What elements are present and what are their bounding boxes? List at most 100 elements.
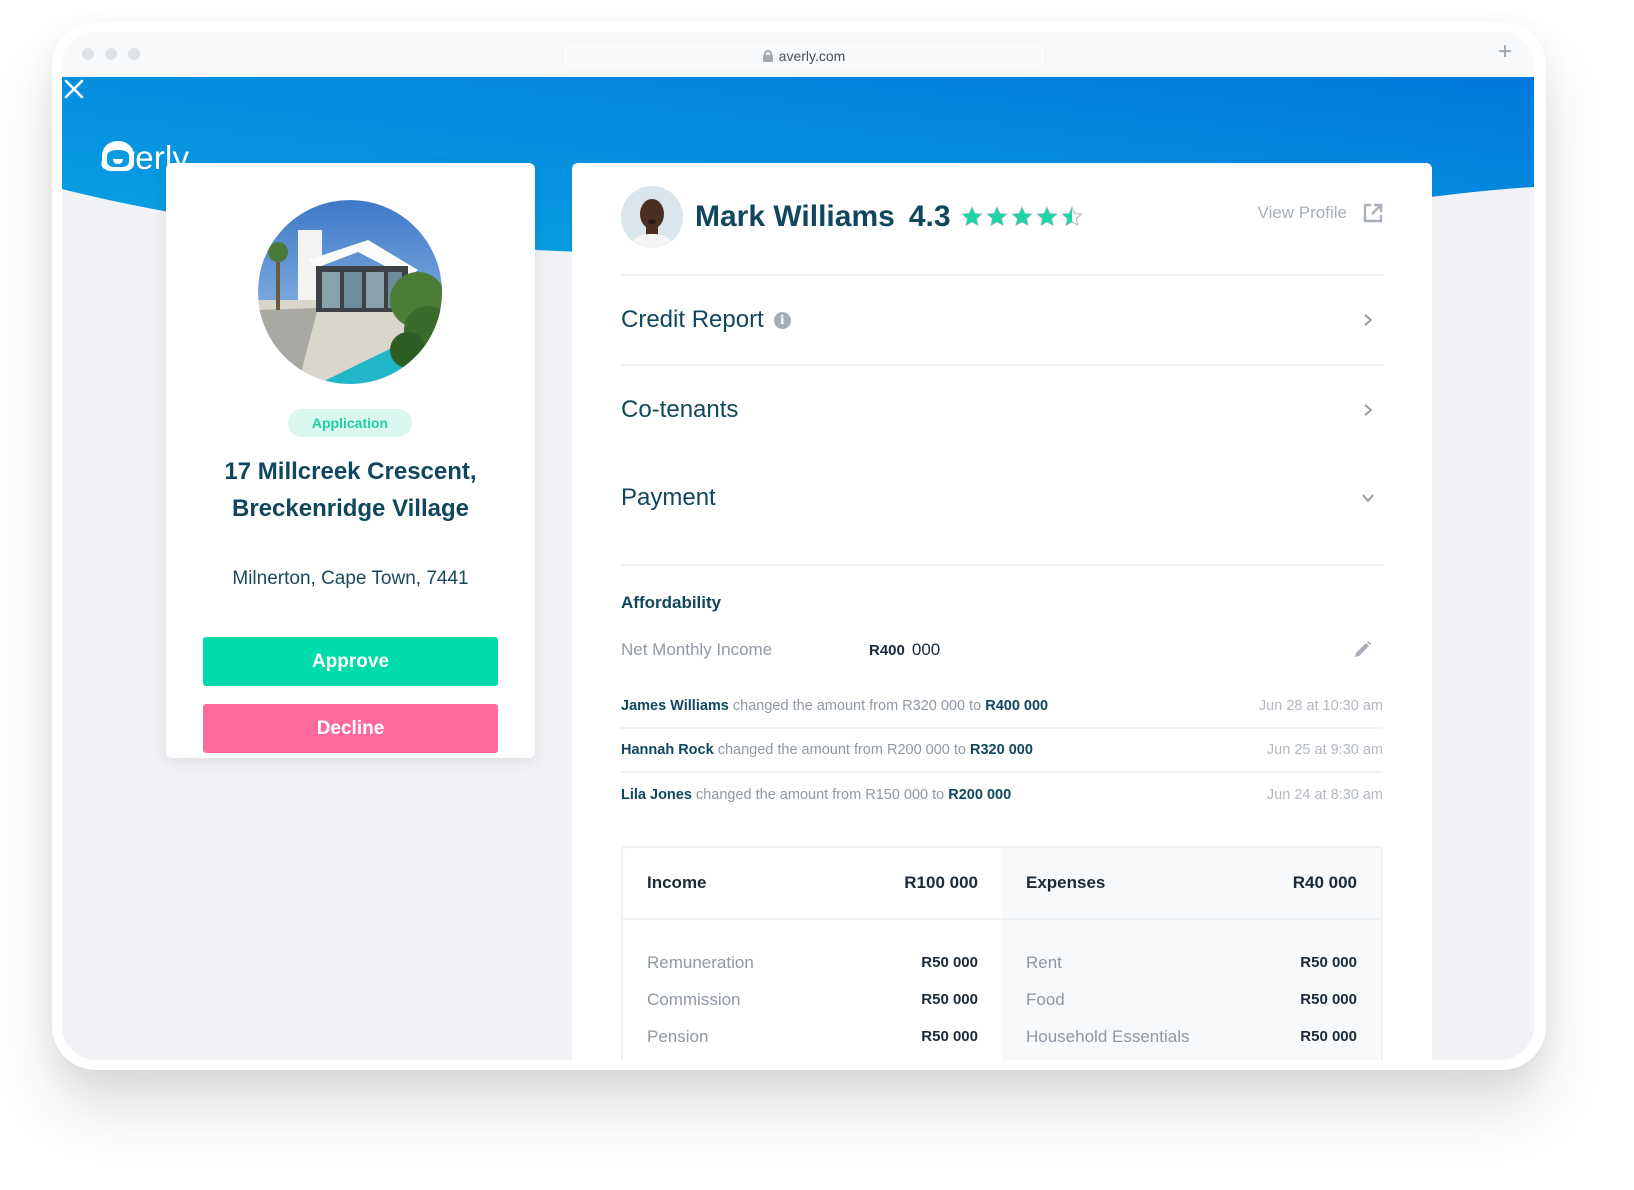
history-new-amount: R320 000: [970, 742, 1033, 758]
item-label: Household Essentials: [1026, 1026, 1190, 1046]
house-photo: [258, 200, 442, 384]
item-label: Commission: [647, 989, 741, 1009]
item-label: Food: [1026, 989, 1065, 1009]
section-co-tenants[interactable]: Co-tenants: [621, 366, 1383, 454]
section-title: Co-tenants: [621, 396, 739, 423]
income-column: Income R100 000 Remuneration R50 000 Commi…: [623, 848, 1002, 1060]
income-item: Remuneration R50 000: [647, 944, 978, 981]
history-timestamp: Jun 24 at 8:30 am: [1266, 787, 1383, 803]
history-user[interactable]: Lila Jones: [621, 787, 692, 803]
address-line-1: 17 Millcreek Crescent,: [224, 458, 477, 485]
income-item: Pension R50 000: [647, 1018, 978, 1055]
item-label: Rent: [1026, 952, 1062, 972]
expenses-list: Rent R50 000 Food R50 000 Household Essentia…: [1002, 920, 1381, 1060]
chevron-right-icon: [1364, 314, 1373, 326]
star-full-icon: [1010, 206, 1033, 227]
history-user[interactable]: James Williams: [621, 698, 729, 714]
window-controls: [82, 48, 140, 60]
expenses-item: Household Essentials R50 000: [1026, 1018, 1357, 1055]
window-dot-close[interactable]: [82, 48, 94, 60]
history-row: James Williams changed the amount from R…: [621, 685, 1383, 729]
income-title: Income: [647, 873, 707, 892]
pencil-icon[interactable]: [1351, 639, 1373, 661]
income-total: R100 000: [904, 873, 978, 892]
income-header: Income R100 000: [623, 848, 1002, 920]
address-bar[interactable]: averly.com: [562, 41, 1046, 71]
item-value: R50 000: [1300, 991, 1357, 1008]
change-history: James Williams changed the amount from R…: [621, 685, 1383, 817]
history-text: James Williams changed the amount from R…: [621, 698, 1048, 714]
decline-button[interactable]: Decline: [203, 704, 498, 753]
property-image: [258, 200, 442, 384]
history-text: Hannah Rock changed the amount from R200…: [621, 742, 1033, 758]
averly-face-icon: [102, 141, 134, 171]
section-title: Credit Report: [621, 306, 764, 333]
view-profile-label: View Profile: [1257, 203, 1347, 222]
affordability-title: Affordability: [621, 593, 722, 612]
history-new-amount: R200 000: [948, 787, 1012, 803]
expenses-item: Rent R50 000: [1026, 944, 1357, 981]
approve-button[interactable]: Approve: [203, 637, 498, 686]
history-timestamp: Jun 28 at 10:30 am: [1258, 698, 1383, 714]
expenses-item: Financial PrioritiesR50 000: [1026, 1055, 1357, 1060]
divider: [621, 564, 1383, 566]
view-profile-link[interactable]: View Profile: [1258, 203, 1383, 223]
chevron-down-icon: [1362, 494, 1374, 503]
star-full-icon: [985, 206, 1008, 227]
net-income-label: Net Monthly Income: [621, 640, 773, 659]
item-value: R50 000: [921, 954, 978, 971]
history-change: changed the amount from R200 000 to: [717, 742, 966, 758]
plus-icon[interactable]: +: [1498, 40, 1512, 64]
address-line-2: Breckenridge Village: [232, 495, 469, 522]
history-row: Lila Jones changed the amount from R150 …: [621, 773, 1383, 817]
star-full-icon: [960, 206, 983, 227]
item-value: R50 000: [1300, 1028, 1357, 1045]
history-timestamp: Jun 25 at 9:30 am: [1266, 742, 1383, 758]
expenses-title: Expenses: [1026, 873, 1106, 892]
item-value: R50 000: [1300, 954, 1357, 971]
applicant-header: Mark Williams 4.3 View Profile: [621, 185, 1383, 249]
status-badge: Application: [288, 409, 412, 437]
expenses-item: Food R50 000: [1026, 981, 1357, 1018]
expenses-total: R40 000: [1292, 873, 1357, 892]
property-address: 17 Millcreek Crescent, Breckenridge Vill…: [166, 453, 535, 527]
history-change: changed the amount from R320 000 to: [732, 698, 982, 714]
window-dot-minimize[interactable]: [105, 48, 117, 60]
section-credit-report[interactable]: Credit Report i: [621, 276, 1383, 364]
rating-value: 4.3: [908, 200, 951, 233]
avatar[interactable]: [621, 186, 683, 248]
section-payment[interactable]: Payment: [621, 454, 1383, 542]
property-city: Milnerton, Cape Town, 7441: [232, 568, 469, 589]
close-icon[interactable]: [62, 77, 86, 101]
section-title: Payment: [621, 484, 716, 511]
history-user[interactable]: Hannah Rock: [621, 742, 714, 758]
external-link-icon: [1363, 203, 1383, 223]
browser-chrome: averly.com +: [62, 32, 1534, 77]
item-label: Remuneration: [647, 952, 754, 972]
info-icon[interactable]: i: [773, 311, 791, 329]
chevron-right-icon: [1364, 404, 1373, 416]
window-dot-maximize[interactable]: [128, 48, 140, 60]
applicant-name: Mark Williams: [695, 200, 895, 233]
sections-list: Credit Report i Co-tenants Payment: [621, 276, 1383, 542]
star-full-icon: [1035, 206, 1058, 227]
item-value: R50 000: [921, 1028, 978, 1045]
income-item: Commission R50 000: [647, 981, 978, 1018]
net-income-row: Net Monthly Income R400 000: [621, 635, 1383, 665]
expenses-column: Expenses R40 000 Rent R50 000 Food R50 000 H…: [1002, 848, 1381, 1060]
url-text: averly.com: [778, 48, 846, 64]
lock-icon: [762, 50, 773, 62]
history-change: changed the amount from R150 000 to: [695, 787, 945, 803]
property-card: Application 17 Millcreek Crescent, Breck…: [166, 163, 535, 758]
expenses-header: Expenses R40 000: [1002, 848, 1381, 920]
income-list: Remuneration R50 000 Commission R50 000 Pens…: [623, 920, 1002, 1055]
history-text: Lila Jones changed the amount from R150 …: [621, 787, 1011, 803]
applicant-panel: Mark Williams 4.3 View Profile Credit Re…: [572, 163, 1432, 1060]
rating-stars: [960, 206, 1083, 228]
budget-table: Income R100 000 Remuneration R50 000 Commi…: [621, 846, 1383, 1060]
avatar-photo: [621, 186, 683, 248]
browser-window: averly.com + averly Application 17 Millc…: [62, 32, 1534, 1060]
history-new-amount: R400 000: [985, 698, 1049, 714]
item-label: Pension: [647, 1026, 709, 1046]
net-income-value: R400 000: [869, 640, 941, 659]
